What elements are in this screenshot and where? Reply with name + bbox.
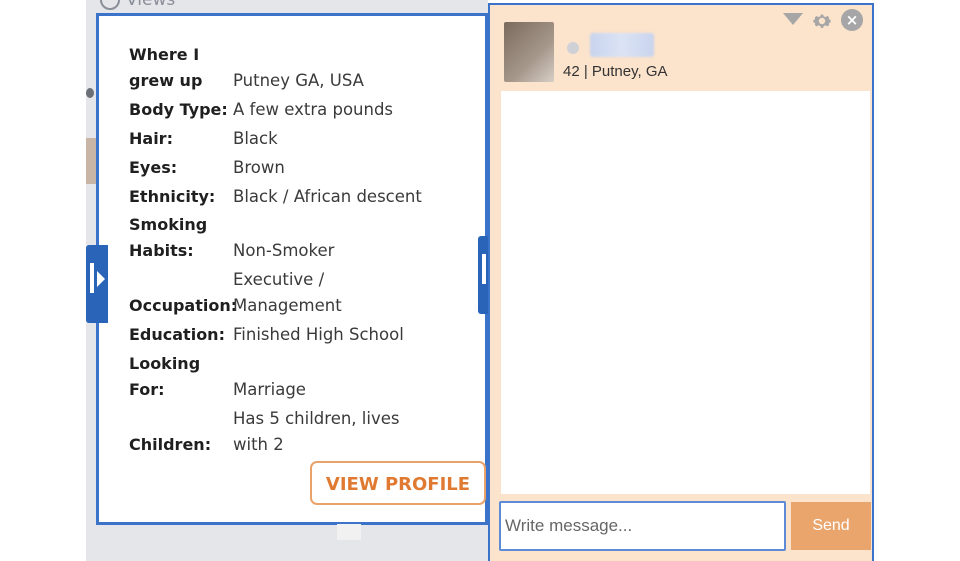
expand-left-panel-tab[interactable]: [86, 245, 108, 323]
field-label: Smoking Habits:: [129, 215, 208, 260]
chat-window: 42 | Putney, GA × Send: [488, 3, 874, 561]
grip-icon: [482, 254, 486, 284]
popup-pointer: [337, 524, 361, 540]
field-value: Has 5 children, lives with 2: [233, 409, 400, 454]
username-redacted[interactable]: [590, 33, 654, 57]
dropdown-menu-icon[interactable]: [783, 13, 803, 25]
field-label: Ethnicity:: [129, 187, 216, 206]
views-heading: Views: [100, 0, 175, 10]
send-button[interactable]: Send: [791, 502, 871, 550]
profile-details-popup: Where I grew up Putney GA, USA Body Type…: [96, 13, 488, 525]
field-label: Occupation:: [129, 296, 238, 315]
field-value: Marriage: [233, 380, 306, 399]
field-label: Body Type:: [129, 100, 228, 119]
online-status-dot: [567, 42, 579, 54]
views-label: Views: [126, 0, 176, 10]
field-label: Where I grew up: [129, 45, 203, 90]
field-label: Children:: [129, 435, 212, 454]
background-thumbnail: [86, 138, 96, 184]
close-icon[interactable]: ×: [841, 9, 863, 31]
gear-icon[interactable]: [811, 10, 833, 32]
views-icon: [100, 0, 120, 10]
field-value: Finished High School: [233, 325, 404, 344]
view-profile-button[interactable]: VIEW PROFILE: [310, 461, 486, 505]
field-value: Non-Smoker: [233, 241, 335, 260]
field-label: Looking For:: [129, 354, 201, 399]
message-input[interactable]: [499, 501, 786, 551]
field-label: Hair:: [129, 129, 173, 148]
field-value: Brown: [233, 158, 285, 177]
user-age-location: 42 | Putney, GA: [563, 63, 668, 80]
field-value: Black / African descent: [233, 187, 422, 206]
field-value: Black: [233, 129, 278, 148]
field-value: A few extra pounds: [233, 100, 394, 119]
field-label: Education:: [129, 325, 225, 344]
field-label: Eyes:: [129, 158, 178, 177]
arrow-right-icon: [97, 271, 105, 287]
background-dot: [86, 88, 94, 98]
grip-icon: [90, 263, 94, 293]
field-value: Executive / Management: [233, 270, 342, 315]
profile-details-body: Where I grew up Putney GA, USA Body Type…: [106, 22, 486, 516]
message-history[interactable]: [501, 91, 870, 494]
avatar[interactable]: [504, 22, 554, 82]
field-value: Putney GA, USA: [233, 71, 364, 90]
